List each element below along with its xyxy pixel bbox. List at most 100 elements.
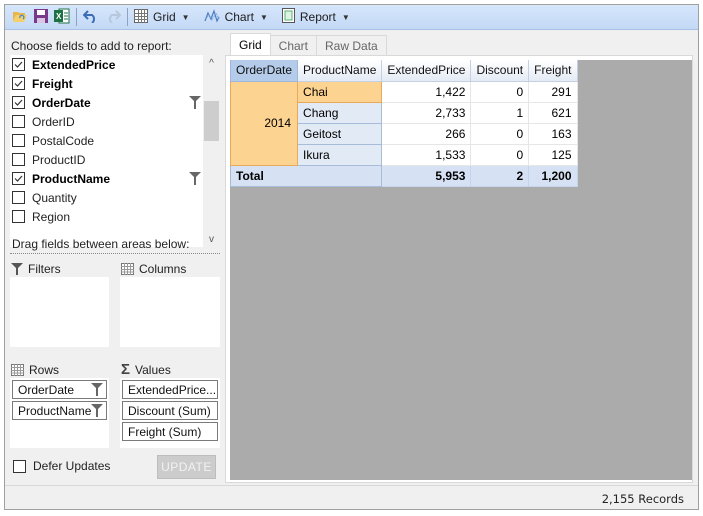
total-freight[interactable]: 1,200 — [528, 164, 578, 187]
filter-icon[interactable] — [91, 404, 103, 420]
column-header-orderdate[interactable]: OrderDate — [229, 60, 299, 82]
values-area-header: Σ Values — [121, 361, 171, 378]
value-field-chip[interactable]: Discount (Sum) — [122, 401, 218, 420]
open-button[interactable] — [9, 7, 31, 28]
grid-menu-button[interactable]: Grid ▼ — [131, 7, 193, 28]
chart-menu-button[interactable]: Chart ▼ — [201, 7, 271, 28]
field-item[interactable]: Quantity — [10, 188, 203, 207]
undo-button[interactable] — [80, 7, 102, 28]
chevron-down-icon: ▼ — [341, 12, 350, 22]
field-list-panel: Choose fields to add to report: Extended… — [5, 31, 224, 485]
column-header-discount[interactable]: Discount — [470, 60, 530, 82]
extendedprice-cell[interactable]: 266 — [381, 122, 472, 145]
discount-cell[interactable]: 0 — [470, 122, 530, 145]
grid-menu-label: Grid — [153, 10, 176, 24]
freight-cell[interactable]: 163 — [528, 122, 578, 145]
checkbox[interactable] — [13, 459, 26, 473]
column-header-productname[interactable]: ProductName — [297, 60, 383, 82]
filters-area-label: Filters — [28, 262, 61, 276]
scrollbar-thumb[interactable] — [204, 101, 219, 141]
checkbox-checked[interactable] — [12, 77, 25, 90]
product-cell[interactable]: Chang — [297, 101, 383, 124]
value-field-chip[interactable]: ExtendedPrice... — [122, 380, 218, 399]
filters-drop-area[interactable] — [10, 277, 109, 347]
checkbox-checked[interactable] — [12, 172, 25, 185]
field-item[interactable]: OrderDate — [10, 93, 203, 112]
rows-drop-area[interactable]: OrderDate ProductName — [10, 378, 109, 448]
filters-area-header: Filters — [11, 262, 61, 276]
save-button[interactable] — [31, 7, 51, 28]
sigma-icon: Σ — [121, 361, 131, 378]
year-cell[interactable]: 2014 — [229, 80, 299, 166]
field-item[interactable]: ProductName — [10, 169, 203, 188]
checkbox-checked[interactable] — [12, 96, 25, 109]
field-item[interactable]: OrderID — [10, 112, 203, 131]
drag-fields-label: Drag fields between areas below: — [12, 237, 190, 251]
checkbox[interactable] — [12, 134, 25, 147]
freight-cell[interactable]: 125 — [528, 143, 578, 166]
scroll-up-icon[interactable]: ^ — [203, 55, 220, 71]
defer-updates-checkbox[interactable]: Defer Updates — [13, 459, 110, 473]
field-item[interactable]: ProductID — [10, 150, 203, 169]
product-cell[interactable]: Ikura — [297, 143, 383, 166]
value-field-label: Freight (Sum) — [128, 424, 202, 439]
checkbox[interactable] — [12, 153, 25, 166]
field-name: ProductName — [32, 171, 111, 186]
field-list[interactable]: ExtendedPrice Freight OrderDate OrderID Post… — [10, 55, 203, 247]
redo-button[interactable] — [102, 7, 124, 28]
tab-raw-data[interactable]: Raw Data — [316, 35, 387, 55]
filter-icon[interactable] — [189, 96, 201, 112]
export-excel-button[interactable]: X — [51, 7, 73, 28]
column-header-freight[interactable]: Freight — [528, 60, 578, 82]
total-extendedprice[interactable]: 5,953 — [381, 164, 472, 187]
product-cell[interactable]: Chai — [297, 80, 383, 103]
checkbox[interactable] — [12, 191, 25, 204]
checkbox[interactable] — [12, 210, 25, 223]
extendedprice-cell[interactable]: 1,533 — [381, 143, 472, 166]
field-item[interactable]: PostalCode — [10, 131, 203, 150]
filter-icon[interactable] — [189, 172, 201, 188]
redo-icon — [105, 9, 122, 26]
value-field-label: ExtendedPrice... — [128, 382, 217, 397]
pivot-grid: OrderDate ProductName ExtendedPrice Disc… — [229, 60, 578, 187]
view-panel: Grid Chart Raw Data OrderDate ProductNam… — [225, 31, 697, 485]
toolbar-separator — [76, 8, 77, 26]
field-name: ProductID — [32, 152, 86, 167]
columns-drop-area[interactable] — [120, 277, 220, 347]
grid-icon — [134, 8, 148, 26]
toolbar: X Grid ▼ Chart ▼ Report ▼ — [5, 5, 698, 30]
total-label[interactable]: Total — [229, 164, 383, 187]
field-item[interactable]: ExtendedPrice — [10, 55, 203, 74]
scroll-down-icon[interactable]: v — [203, 231, 220, 247]
total-discount[interactable]: 2 — [470, 164, 530, 187]
chevron-down-icon: ▼ — [259, 12, 268, 22]
pivot-grid-area: OrderDate ProductName ExtendedPrice Disc… — [229, 60, 692, 480]
column-header-extendedprice[interactable]: ExtendedPrice — [381, 60, 472, 82]
extendedprice-cell[interactable]: 2,733 — [381, 101, 472, 124]
discount-cell[interactable]: 1 — [470, 101, 530, 124]
discount-cell[interactable]: 0 — [470, 143, 530, 166]
checkbox-checked[interactable] — [12, 58, 25, 71]
field-item[interactable]: Region — [10, 207, 203, 226]
field-name: Quantity — [32, 190, 77, 205]
update-button[interactable]: UPDATE — [157, 455, 216, 479]
field-item[interactable]: Freight — [10, 74, 203, 93]
tab-chart[interactable]: Chart — [269, 35, 318, 55]
product-cell[interactable]: Geitost — [297, 122, 383, 145]
row-field-label: OrderDate — [18, 382, 75, 397]
excel-export-icon: X — [54, 8, 70, 27]
report-menu-button[interactable]: Report ▼ — [279, 7, 353, 28]
freight-cell[interactable]: 621 — [528, 101, 578, 124]
extendedprice-cell[interactable]: 1,422 — [381, 80, 472, 103]
value-field-label: Discount (Sum) — [128, 403, 211, 418]
freight-cell[interactable]: 291 — [528, 80, 578, 103]
field-list-scrollbar[interactable]: ^ v — [203, 55, 220, 247]
checkbox[interactable] — [12, 115, 25, 128]
filter-icon[interactable] — [91, 383, 103, 399]
row-field-chip[interactable]: ProductName — [12, 401, 107, 420]
tab-grid[interactable]: Grid — [230, 33, 271, 55]
value-field-chip[interactable]: Freight (Sum) — [122, 422, 218, 441]
discount-cell[interactable]: 0 — [470, 80, 530, 103]
row-field-chip[interactable]: OrderDate — [12, 380, 107, 399]
values-drop-area[interactable]: ExtendedPrice... Discount (Sum) Freight … — [120, 378, 220, 448]
